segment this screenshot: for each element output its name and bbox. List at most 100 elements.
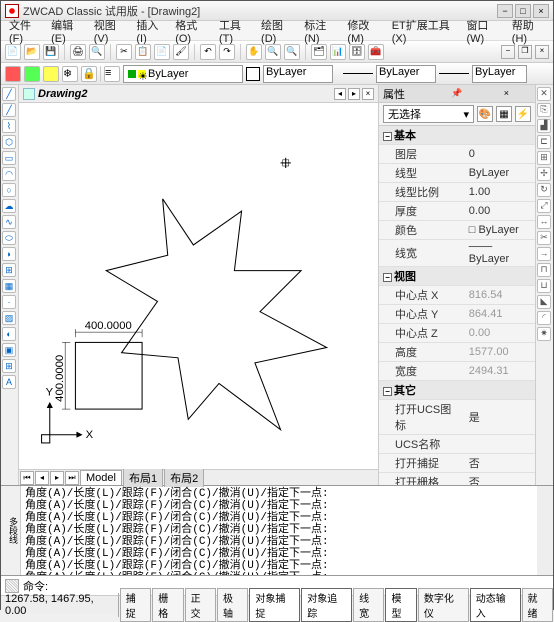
- color-yellow-button[interactable]: [43, 66, 59, 82]
- doc-nav-left[interactable]: ◂: [334, 88, 346, 100]
- stretch-tool[interactable]: ↔: [537, 215, 551, 229]
- selection-combo[interactable]: 无选择▾: [383, 105, 474, 123]
- copy-tool[interactable]: ⎘: [537, 103, 551, 117]
- fillet-tool[interactable]: ◜: [537, 311, 551, 325]
- line-tool[interactable]: ╱: [2, 87, 16, 101]
- tab-layout2[interactable]: 布局2: [164, 468, 204, 487]
- tool-palettes-button[interactable]: 🧰: [368, 44, 384, 60]
- layer-button[interactable]: ≡: [104, 66, 120, 82]
- region-tool[interactable]: ▣: [2, 343, 16, 357]
- hatch-tool[interactable]: ▨: [2, 311, 16, 325]
- tab-layout1[interactable]: 布局1: [123, 468, 163, 487]
- status-2[interactable]: 正交: [185, 588, 216, 622]
- xline-tool[interactable]: ╱: [2, 103, 16, 117]
- layer-freeze-button[interactable]: ❄: [62, 66, 78, 82]
- array-tool[interactable]: ⊞: [537, 151, 551, 165]
- status-8[interactable]: 数字化仪: [418, 588, 469, 622]
- copy-button[interactable]: 📋: [135, 44, 151, 60]
- status-4[interactable]: 对象捕捉: [249, 588, 300, 622]
- properties-grid[interactable]: −基本图层0线型ByLayer线型比例1.00厚度0.00颜色□ ByLayer…: [379, 126, 535, 485]
- star-polyline[interactable]: [106, 199, 327, 430]
- tab-first[interactable]: ⏮: [20, 471, 34, 485]
- menu-item[interactable]: 插入(I): [132, 15, 169, 47]
- undo-button[interactable]: ↶: [200, 44, 216, 60]
- rectangle[interactable]: [75, 342, 142, 409]
- scale-tool[interactable]: ⤢: [537, 199, 551, 213]
- pan-button[interactable]: ✋: [246, 44, 262, 60]
- mdi-close-button[interactable]: ×: [535, 45, 549, 59]
- panel-close-icon[interactable]: ×: [482, 88, 531, 100]
- ellipse-arc-tool[interactable]: ◗: [2, 247, 16, 261]
- drawing-canvas[interactable]: 400.0000 400.0000 Y X: [19, 103, 378, 469]
- erase-tool[interactable]: ✕: [537, 87, 551, 101]
- menu-item[interactable]: 视图(V): [90, 15, 131, 47]
- polyline-tool[interactable]: ⌇: [2, 119, 16, 133]
- paste-button[interactable]: 📄: [154, 44, 170, 60]
- explode-tool[interactable]: ✷: [537, 327, 551, 341]
- preview-button[interactable]: 🔍: [89, 44, 105, 60]
- status-7[interactable]: 模型: [385, 588, 416, 622]
- menu-item[interactable]: 格式(O): [171, 15, 213, 47]
- break-tool[interactable]: ⊓: [537, 263, 551, 277]
- panel-pin-icon[interactable]: 📌: [432, 88, 481, 100]
- toggle-pickadd-button[interactable]: 🎨: [477, 106, 493, 122]
- command-scrollbar[interactable]: [537, 486, 553, 575]
- zoom-button[interactable]: 🔍: [265, 44, 281, 60]
- status-9[interactable]: 动态输入: [470, 588, 521, 622]
- mirror-tool[interactable]: ▟: [537, 119, 551, 133]
- status-1[interactable]: 栅格: [152, 588, 183, 622]
- menu-item[interactable]: 窗口(W): [462, 15, 505, 47]
- color-green-button[interactable]: [24, 66, 40, 82]
- open-button[interactable]: 📂: [24, 44, 40, 60]
- select-objects-button[interactable]: ▦: [496, 106, 512, 122]
- design-center-button[interactable]: 🗄: [349, 44, 365, 60]
- block-tool[interactable]: ▦: [2, 279, 16, 293]
- new-button[interactable]: 📄: [5, 44, 21, 60]
- command-text[interactable]: 角度(A)/长度(L)/跟踪(F)/闭合(C)/撤消(U)/指定下一点: 角度(…: [21, 486, 537, 575]
- print-button[interactable]: 🖨: [70, 44, 86, 60]
- status-0[interactable]: 捕捉: [120, 588, 151, 622]
- doc-close[interactable]: ×: [362, 88, 374, 100]
- move-tool[interactable]: ✢: [537, 167, 551, 181]
- menu-item[interactable]: 修改(M): [343, 15, 385, 47]
- status-5[interactable]: 对象追踪: [301, 588, 352, 622]
- join-tool[interactable]: ⊔: [537, 279, 551, 293]
- tab-last[interactable]: ⏭: [65, 471, 79, 485]
- layers-button[interactable]: 🗂: [311, 44, 327, 60]
- mtext-tool[interactable]: A: [2, 375, 16, 389]
- layer-lock-button[interactable]: 🔒: [81, 66, 97, 82]
- menu-item[interactable]: ET扩展工具(X): [388, 15, 461, 47]
- menu-item[interactable]: 工具(T): [215, 15, 255, 47]
- arc-tool[interactable]: ◠: [2, 167, 16, 181]
- rotate-tool[interactable]: ↻: [537, 183, 551, 197]
- status-6[interactable]: 线宽: [353, 588, 384, 622]
- circle-tool[interactable]: ○: [2, 183, 16, 197]
- command-grip-icon[interactable]: [5, 579, 19, 593]
- ellipse-tool[interactable]: ⬭: [2, 231, 16, 245]
- mdi-restore-button[interactable]: ❐: [518, 45, 532, 59]
- tab-next[interactable]: ▸: [50, 471, 64, 485]
- save-button[interactable]: 💾: [43, 44, 59, 60]
- status-10[interactable]: 就绪: [522, 588, 553, 622]
- chamfer-tool[interactable]: ◣: [537, 295, 551, 309]
- color-combo[interactable]: ByLayer: [263, 65, 333, 83]
- mdi-minimize-button[interactable]: −: [501, 45, 515, 59]
- cut-button[interactable]: ✂: [116, 44, 132, 60]
- insert-tool[interactable]: ⊞: [2, 263, 16, 277]
- rectangle-tool[interactable]: ▭: [2, 151, 16, 165]
- trim-tool[interactable]: ✂: [537, 231, 551, 245]
- linetype-combo[interactable]: ByLayer: [376, 65, 436, 83]
- spline-tool[interactable]: ∿: [2, 215, 16, 229]
- menu-item[interactable]: 绘图(D): [257, 15, 298, 47]
- gradient-tool[interactable]: ◐: [2, 327, 16, 341]
- point-tool[interactable]: ·: [2, 295, 16, 309]
- menu-item[interactable]: 帮助(H): [508, 15, 549, 47]
- offset-tool[interactable]: ⊏: [537, 135, 551, 149]
- extend-tool[interactable]: →: [537, 247, 551, 261]
- layer-combo[interactable]: ☀ ByLayer: [123, 65, 243, 83]
- status-3[interactable]: 极轴: [217, 588, 248, 622]
- redo-button[interactable]: ↷: [219, 44, 235, 60]
- properties-button[interactable]: 📊: [330, 44, 346, 60]
- match-button[interactable]: 🖌: [173, 44, 189, 60]
- lineweight-combo[interactable]: ByLayer: [472, 65, 527, 83]
